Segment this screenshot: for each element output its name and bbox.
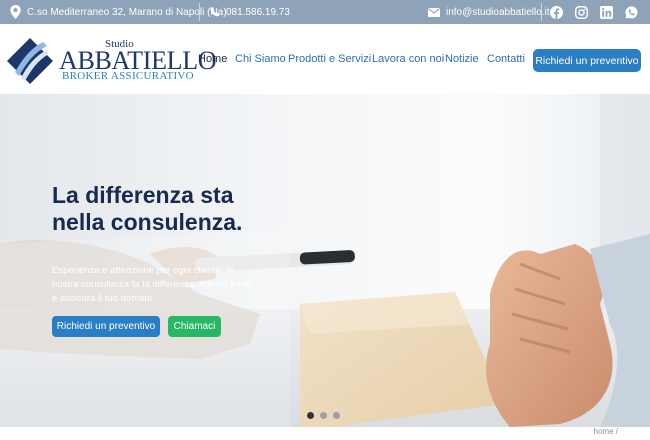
site-header: Studio ABBATIELLO BROKER ASSICURATIVO Ho… — [0, 24, 650, 94]
nav-chi-siamo[interactable]: Chi Siamo — [235, 53, 286, 65]
nav-home[interactable]: Home — [198, 53, 227, 65]
nav-notizie[interactable]: Notizie — [445, 53, 479, 65]
instagram-icon[interactable] — [574, 5, 588, 19]
nav-prodotti-servizi[interactable]: Prodotti e Servizi — [288, 53, 371, 65]
nav-lavora-con-noi[interactable]: Lavora con noi — [372, 53, 444, 65]
hero-title: La differenza sta nella consulenza. — [52, 182, 243, 235]
hero-slider: La differenza sta nella consulenza. Espe… — [0, 94, 650, 427]
email-item[interactable]: info@studioabbatiello.it — [428, 0, 550, 24]
divider — [541, 3, 542, 21]
breadcrumb-bar: home / — [0, 427, 650, 440]
envelope-icon — [428, 7, 440, 17]
linkedin-icon[interactable] — [599, 5, 613, 19]
facebook-icon[interactable] — [549, 5, 563, 19]
phone-text[interactable]: 081.586.19.73 — [226, 7, 290, 18]
address-text: C.so Mediterraneo 32, Marano di Napoli (… — [27, 6, 227, 18]
request-quote-button[interactable]: Richiedi un preventivo — [533, 49, 641, 72]
phone-icon — [209, 6, 220, 18]
hero-description: Esperienza e attenzione per ogni cliente… — [52, 265, 251, 304]
slide-dot-2[interactable] — [320, 412, 327, 419]
location-pin-icon — [10, 5, 21, 19]
logo-subtitle-text: BROKER ASSICURATIVO — [62, 70, 194, 82]
logo-emblem-icon[interactable] — [5, 36, 55, 91]
phone-item[interactable]: 081.586.19.73 — [209, 0, 290, 24]
divider — [199, 3, 200, 21]
hero-request-quote-button[interactable]: Richiedi un preventivo — [52, 316, 160, 337]
nav-contatti[interactable]: Contatti — [487, 53, 525, 65]
hero-background-image — [0, 94, 650, 427]
top-info-bar: C.so Mediterraneo 32, Marano di Napoli (… — [0, 0, 650, 24]
whatsapp-icon[interactable] — [624, 5, 638, 19]
hero-call-button[interactable]: Chiamaci — [168, 316, 221, 337]
slide-dot-1[interactable] — [307, 412, 314, 419]
breadcrumb[interactable]: home / — [594, 427, 618, 436]
address-item: C.so Mediterraneo 32, Marano di Napoli (… — [10, 0, 227, 24]
email-text[interactable]: info@studioabbatiello.it — [446, 7, 550, 18]
slide-dot-3[interactable] — [333, 412, 340, 419]
